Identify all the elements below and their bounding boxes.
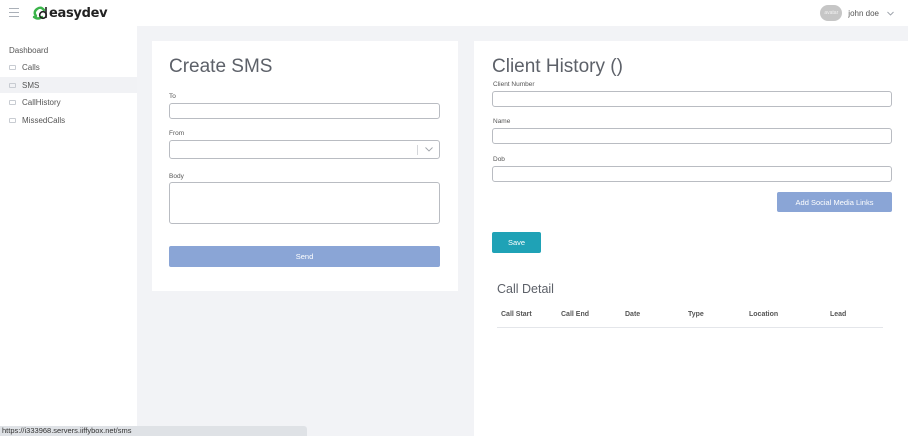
column-header-date: Date: [625, 311, 641, 318]
sidebar-item-sms[interactable]: SMS: [0, 77, 137, 93]
status-bar-url: https://i333968.servers.iiffybox.net/sms: [0, 426, 307, 436]
list-icon: [9, 99, 16, 105]
logo-mark-icon: [32, 6, 48, 20]
to-label: To: [169, 93, 176, 100]
sidebar: Dashboard Calls SMS CallHistory MissedCa…: [0, 26, 137, 436]
user-name: john doe: [848, 8, 879, 18]
sidebar-item-dashboard[interactable]: Dashboard: [0, 42, 137, 58]
sidebar-item-calls[interactable]: Calls: [0, 59, 137, 75]
sidebar-item-label: Dashboard: [9, 45, 49, 55]
column-header-type: Type: [688, 311, 704, 318]
sidebar-item-label: CallHistory: [22, 97, 61, 107]
top-bar: easydev avatar john doe: [0, 0, 908, 26]
column-header-call-end: Call End: [561, 311, 590, 318]
table-header-divider: [497, 327, 883, 328]
to-input[interactable]: [169, 103, 440, 119]
column-header-call-start: Call Start: [501, 311, 532, 318]
body-label: Body: [169, 173, 184, 180]
sidebar-item-label: SMS: [22, 80, 40, 90]
list-icon: [9, 117, 16, 123]
list-icon: [9, 64, 16, 70]
body-textarea[interactable]: [169, 182, 440, 224]
select-separator: [417, 145, 418, 155]
dob-label: Dob: [493, 156, 505, 163]
client-history-title: Client History (): [492, 56, 623, 77]
sidebar-item-callhistory[interactable]: CallHistory: [0, 94, 137, 110]
app-logo[interactable]: easydev: [32, 4, 108, 22]
column-header-location: Location: [749, 311, 779, 318]
avatar: avatar: [820, 5, 843, 21]
column-header-lead: Lead: [830, 311, 847, 318]
client-number-input[interactable]: [492, 91, 892, 107]
create-sms-title: Create SMS: [169, 56, 273, 77]
name-label: Name: [493, 118, 511, 125]
from-select[interactable]: [169, 140, 440, 159]
send-button[interactable]: Send: [169, 246, 440, 267]
logo-text: easydev: [49, 5, 108, 21]
sidebar-item-missedcalls[interactable]: MissedCalls: [0, 112, 137, 128]
add-social-media-links-button[interactable]: Add Social Media Links: [777, 192, 892, 212]
list-icon: [9, 82, 16, 88]
name-input[interactable]: [492, 128, 892, 144]
user-menu[interactable]: avatar john doe: [820, 4, 894, 22]
sidebar-item-label: MissedCalls: [22, 115, 66, 125]
chevron-down-icon: [887, 11, 894, 16]
sidebar-item-label: Calls: [22, 62, 40, 72]
chevron-down-icon: [425, 147, 433, 152]
call-detail-title: Call Detail: [497, 282, 554, 296]
save-button[interactable]: Save: [492, 232, 541, 253]
client-number-label: Client Number: [493, 81, 535, 88]
from-label: From: [169, 130, 185, 137]
menu-icon[interactable]: [9, 8, 19, 17]
dob-input[interactable]: [492, 166, 892, 182]
